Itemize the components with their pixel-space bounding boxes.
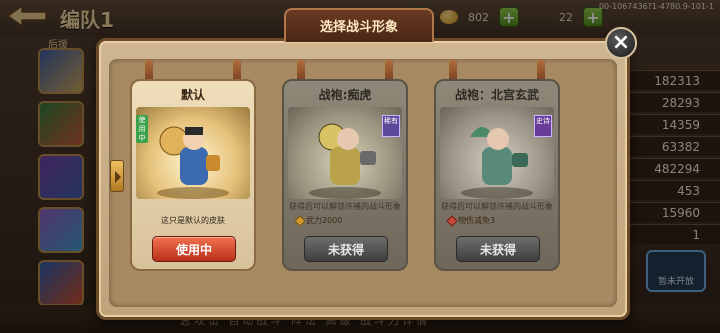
unobtained-button[interactable]: 未获得 [304, 236, 388, 262]
skin-portrait [136, 107, 250, 199]
defense-bonus-icon [446, 214, 458, 227]
skin-card-title: 战袍：北宫玄武 [454, 88, 539, 102]
skin-card-tiger[interactable]: 战袍:痴虎 稀有 获得后可以解锁许褚的战斗形象 武力2000 未获得 [282, 79, 408, 271]
skin-bonus-text: 物伤减免3 [458, 216, 496, 225]
unobtained-button[interactable]: 未获得 [456, 236, 540, 262]
skin-description: 获得后可以解锁许褚的战斗形象 [289, 202, 401, 211]
modal-title: 选择战斗形象 [319, 20, 398, 35]
skin-bonus: 物伤减免3 [446, 214, 496, 227]
in-use-tag: 使用中 [136, 115, 148, 143]
close-icon[interactable]: × [605, 27, 637, 59]
skin-bonus: 武力2000 [294, 214, 343, 227]
skin-card-title: 默认 [180, 88, 205, 102]
skin-description: 获得后可以解锁许褚的战斗形象 [441, 202, 553, 211]
skin-bonus-text: 武力2000 [306, 216, 343, 225]
skin-card-tortoise[interactable]: 战袍：北宫玄武 史诗 获得后可以解锁许褚的战斗形象 物伤减免3 未获得 [434, 79, 560, 271]
rarity-badge: 稀有 [382, 115, 400, 137]
attack-bonus-icon [294, 214, 306, 227]
hero-default-figure-icon [157, 126, 229, 199]
expand-arrow-icon[interactable] [110, 160, 124, 192]
in-use-button[interactable]: 使用中 [152, 236, 236, 262]
game-screen: 编队1 后援 + 802 + 22 + 00-1067436?1-4780.9-… [0, 0, 720, 333]
skin-card-title: 战袍:痴虎 [318, 88, 372, 102]
skin-card-default[interactable]: 默认 使用中 这只是默认的皮肤 使用中 [130, 79, 256, 271]
rarity-badge: 史诗 [534, 115, 552, 137]
skin-description: 这只是默认的皮肤 [161, 216, 225, 225]
